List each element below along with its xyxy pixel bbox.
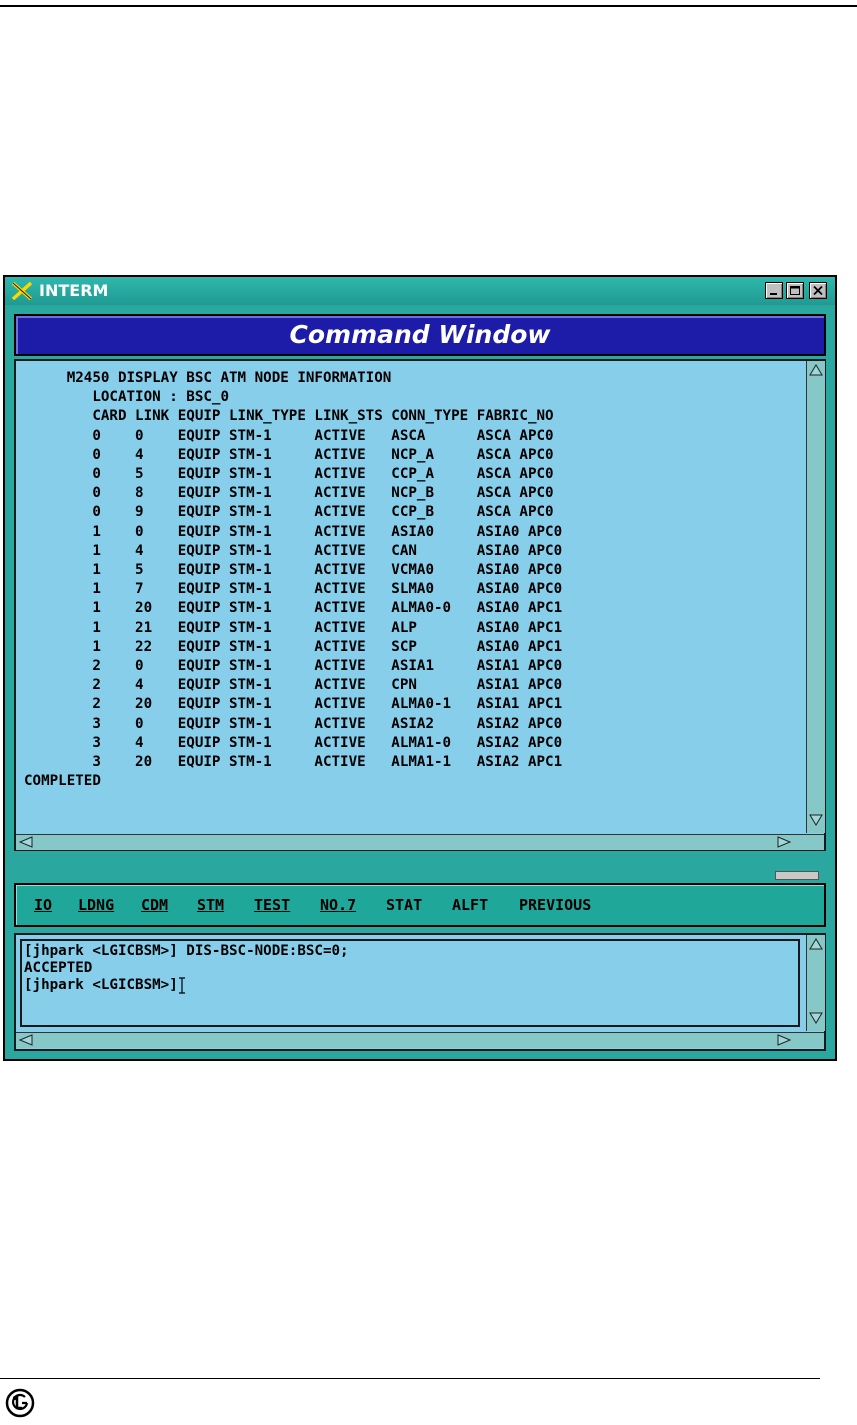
output-line: 0 4 EQUIP STM-1 ACTIVE NCP_A ASCA APC0 [24,446,554,463]
window-title: INTERM [39,281,109,300]
interm-window: INTERM Command Window M2450 DISPLAY BSC … [3,275,837,1061]
input-line-2: ACCEPTED [24,960,93,976]
input-scroll-down-icon[interactable] [808,1011,824,1025]
output-line: 3 20 EQUIP STM-1 ACTIVE ALMA1-1 ASIA2 AP… [24,754,563,771]
x-logo-icon [11,281,33,301]
output-line: 1 0 EQUIP STM-1 ACTIVE ASIA0 ASIA0 APC0 [24,523,563,540]
output-line: 1 5 EQUIP STM-1 ACTIVE VCMA0 ASIA0 APC0 [24,562,563,579]
output-panel[interactable]: M2450 DISPLAY BSC ATM NODE INFORMATION L… [14,359,826,851]
output-line: 1 20 EQUIP STM-1 ACTIVE ALMA0-0 ASIA0 AP… [24,600,563,617]
output-line: 2 20 EQUIP STM-1 ACTIVE ALMA0-1 ASIA1 AP… [24,696,563,713]
output-line: 3 4 EQUIP STM-1 ACTIVE ALMA1-0 ASIA2 APC… [24,734,563,751]
maximize-button[interactable] [786,282,804,299]
top-rule [0,5,857,7]
input-scroll-right-icon[interactable] [776,1033,792,1047]
input-vertical-scrollbar[interactable] [806,935,825,1031]
output-line: 0 5 EQUIP STM-1 ACTIVE CCP_A ASCA APC0 [24,466,554,483]
output-vertical-scrollbar[interactable] [806,361,825,833]
output-line: COMPLETED [24,773,101,790]
menu-bar: IO LDNG CDM STM TEST NO.7 STAT ALFT PREV… [14,883,826,927]
output-line: 0 0 EQUIP STM-1 ACTIVE ASCA ASCA APC0 [24,427,554,444]
menu-item-test[interactable]: TEST [254,896,290,914]
input-scroll-up-icon[interactable] [808,937,824,951]
minimize-button[interactable] [765,282,783,299]
output-line: 1 21 EQUIP STM-1 ACTIVE ALP ASIA0 APC1 [24,619,563,636]
menu-item-alft[interactable]: ALFT [452,896,488,914]
input-line-1: [jhpark <LGICBSM>] DIS-BSC-NODE:BSC=0; [24,943,349,959]
header-title: Command Window [289,320,551,349]
scroll-right-icon[interactable] [776,835,792,849]
input-line-3: [jhpark <LGICBSM>] [24,977,178,993]
title-bar[interactable]: INTERM [5,277,835,305]
input-scroll-left-icon[interactable] [18,1033,34,1047]
menu-item-previous[interactable]: PREVIOUS [519,896,591,914]
scroll-down-icon[interactable] [808,813,824,827]
minimize-icon [770,293,777,295]
menu-item-cdm[interactable]: CDM [141,896,168,914]
output-line: 2 0 EQUIP STM-1 ACTIVE ASIA1 ASIA1 APC0 [24,658,563,675]
maximize-icon [790,286,800,295]
command-window-header: Command Window [14,314,826,356]
output-line: 2 4 EQUIP STM-1 ACTIVE CPN ASIA1 APC0 [24,677,563,694]
output-line: CARD LINK EQUIP LINK_TYPE LINK_STS CONN_… [24,408,554,425]
output-line: 1 22 EQUIP STM-1 ACTIVE SCP ASIA0 APC1 [24,638,563,655]
menu-item-io[interactable]: IO [34,896,52,914]
output-line: 3 0 EQUIP STM-1 ACTIVE ASIA2 ASIA2 APC0 [24,715,563,732]
pane-splitter-handle[interactable] [775,871,819,880]
output-text: M2450 DISPLAY BSC ATM NODE INFORMATION L… [24,369,804,829]
output-line: 0 8 EQUIP STM-1 ACTIVE NCP_B ASCA APC0 [24,485,554,502]
output-line: 1 7 EQUIP STM-1 ACTIVE SLMA0 ASIA0 APC0 [24,581,563,598]
output-line: 0 9 EQUIP STM-1 ACTIVE CCP_B ASCA APC0 [24,504,554,521]
lg-logo-icon [5,1388,35,1418]
output-horizontal-scrollbar[interactable] [16,834,824,850]
text-cursor-icon [178,977,186,994]
close-button[interactable] [809,282,827,299]
menu-item-stm[interactable]: STM [197,896,224,914]
menu-item-ldng[interactable]: LDNG [78,896,114,914]
menu-item-stat[interactable]: STAT [386,896,422,914]
output-line: M2450 DISPLAY BSC ATM NODE INFORMATION [24,370,392,386]
output-line: 1 4 EQUIP STM-1 ACTIVE CAN ASIA0 APC0 [24,542,563,559]
menu-item-no7[interactable]: NO.7 [320,896,356,914]
output-line: LOCATION : BSC_0 [24,389,229,406]
bottom-rule [0,1378,820,1379]
close-icon [813,285,823,296]
command-input-text[interactable]: [jhpark <LGICBSM>] DIS-BSC-NODE:BSC=0; A… [24,943,786,994]
input-horizontal-scrollbar[interactable] [16,1032,824,1048]
command-input-panel[interactable]: [jhpark <LGICBSM>] DIS-BSC-NODE:BSC=0; A… [14,933,826,1051]
scroll-left-icon[interactable] [18,835,34,849]
scroll-up-icon[interactable] [808,363,824,377]
